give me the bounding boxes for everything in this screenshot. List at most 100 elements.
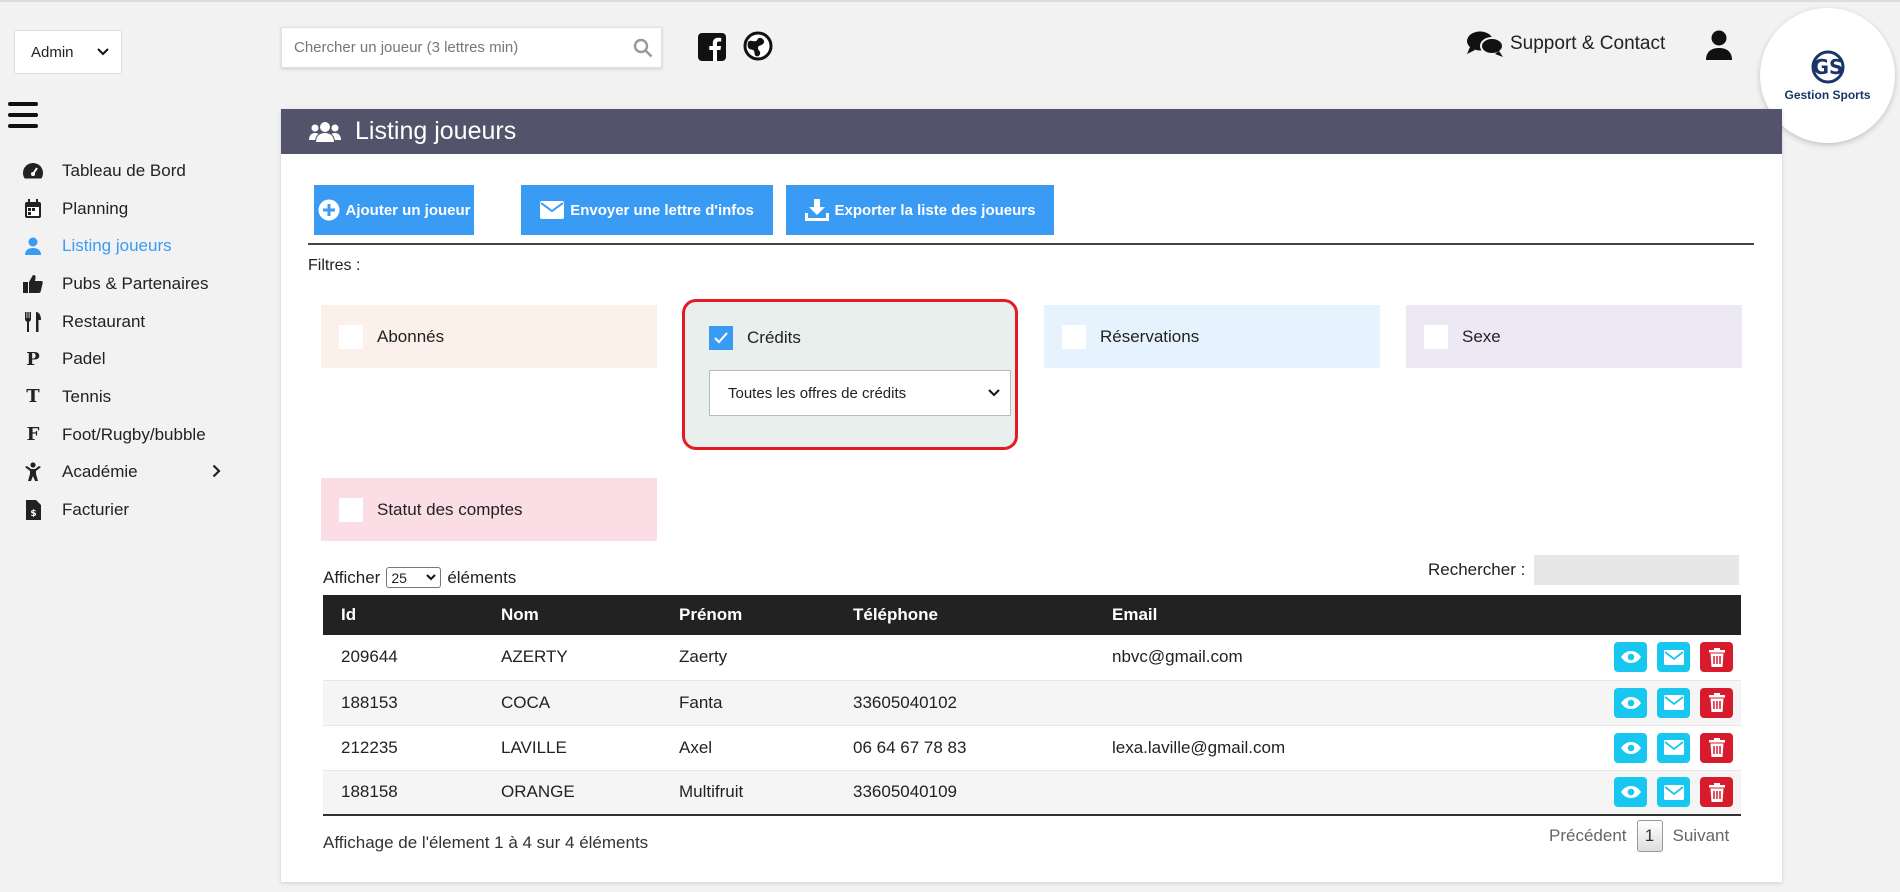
menu-toggle-icon[interactable] [8, 102, 38, 128]
cell-telephone: 33605040109 [835, 770, 1094, 816]
eye-icon [1620, 741, 1641, 754]
column-header-telephone[interactable]: Téléphone [835, 595, 1094, 635]
check-icon [714, 332, 728, 344]
sidebar-item-tennis[interactable]: T Tennis [22, 378, 242, 416]
filter-credits-label: Crédits [747, 328, 801, 347]
support-contact-link[interactable]: Support & Contact [1466, 30, 1665, 58]
search-icon[interactable] [633, 38, 653, 58]
chevron-down-icon [426, 574, 437, 581]
comments-icon [1467, 31, 1504, 57]
sidebar-item-label: Académie [62, 462, 138, 482]
thumbs-up-icon [22, 273, 44, 295]
cell-nom: AZERTY [483, 635, 661, 681]
cell-prenom: Fanta [661, 680, 835, 726]
player-search-input[interactable]: Chercher un joueur (3 lettres min) [281, 27, 662, 68]
table-header-row: Id Nom Prénom Téléphone Email [323, 595, 1741, 635]
column-header-nom[interactable]: Nom [483, 595, 661, 635]
filter-statut-label: Statut des comptes [377, 499, 523, 519]
table-search-label: Rechercher : [1428, 560, 1526, 579]
trash-icon [1708, 738, 1725, 757]
credits-checkbox[interactable] [709, 326, 733, 350]
cell-prenom: Axel [661, 725, 835, 771]
sidebar-item-label: Pubs & Partenaires [62, 273, 209, 293]
export-list-button[interactable]: Exporter la liste des joueurs [786, 185, 1054, 235]
utensils-icon [22, 311, 44, 333]
email-button[interactable] [1657, 687, 1690, 718]
user-icon [22, 235, 44, 257]
cell-telephone: 06 64 67 78 83 [835, 725, 1094, 771]
sidebar-item-label: Foot/Rugby/bubble [62, 424, 206, 444]
delete-button[interactable] [1700, 777, 1733, 808]
sidebar-item-label: Tennis [62, 386, 112, 406]
facebook-icon[interactable] [698, 33, 726, 61]
email-button[interactable] [1657, 642, 1690, 673]
globe-icon[interactable] [743, 31, 773, 61]
sidebar-item-label: Planning [62, 198, 129, 218]
view-button[interactable] [1614, 732, 1647, 763]
page-1-button[interactable]: 1 [1636, 820, 1663, 852]
next-page-button[interactable]: Suivant [1673, 826, 1730, 846]
sexe-checkbox[interactable] [1424, 324, 1448, 349]
download-icon [804, 199, 829, 221]
support-label: Support & Contact [1510, 33, 1666, 54]
sidebar-item-facturier[interactable]: $ Facturier [22, 491, 242, 529]
filter-credits: Crédits Toutes les offres de crédits [682, 299, 1018, 450]
table-row: 188158 ORANGE Multifruit 33605040109 [323, 770, 1741, 816]
filters-label: Filtres : [308, 257, 361, 274]
cell-prenom: Multifruit [661, 770, 835, 816]
sidebar-item-pubs-partenaires[interactable]: Pubs & Partenaires [22, 265, 242, 303]
sidebar-item-academie[interactable]: Académie [22, 454, 242, 492]
statut-checkbox[interactable] [339, 497, 363, 522]
sidebar-item-padel[interactable]: P Padel [22, 340, 242, 378]
add-player-button[interactable]: Ajouter un joueur [314, 185, 474, 235]
filter-sexe[interactable]: Sexe [1406, 305, 1742, 368]
cell-email [1094, 770, 1474, 816]
filter-abonnes[interactable]: Abonnés [321, 305, 657, 368]
sidebar-item-restaurant[interactable]: Restaurant [22, 303, 242, 341]
gs-logo-icon: GS [1811, 50, 1844, 83]
cell-id: 188153 [323, 680, 483, 726]
email-button[interactable] [1657, 732, 1690, 763]
column-header-prenom[interactable]: Prénom [661, 595, 835, 635]
column-header-email[interactable]: Email [1094, 595, 1474, 635]
send-newsletter-button[interactable]: Envoyer une lettre d'infos [521, 185, 773, 235]
chevron-down-icon [988, 389, 1000, 397]
credits-offer-select[interactable]: Toutes les offres de crédits [709, 370, 1011, 416]
delete-button[interactable] [1700, 642, 1733, 673]
svg-text:GS: GS [1812, 55, 1843, 79]
envelope-icon [540, 201, 565, 219]
delete-button[interactable] [1700, 687, 1733, 718]
table-row: 209644 AZERTY Zaerty nbvc@gmail.com [323, 635, 1741, 681]
page-length-select[interactable]: 25 [386, 567, 442, 588]
filter-statut-comptes[interactable]: Statut des comptes [321, 478, 657, 541]
delete-button[interactable] [1700, 732, 1733, 763]
sidebar-item-planning[interactable]: Planning [22, 190, 242, 228]
filter-reservations[interactable]: Réservations [1044, 305, 1380, 368]
pagination: Précédent 1 Suivant [1549, 820, 1729, 852]
chevron-right-icon [212, 464, 221, 477]
page-length-control: Afficher 25 éléments [323, 567, 516, 588]
user-account-icon[interactable] [1706, 30, 1732, 60]
abonnes-checkbox[interactable] [339, 324, 363, 349]
sidebar-item-tableau-de-bord[interactable]: Tableau de Bord [22, 152, 242, 190]
role-select[interactable]: Admin [14, 30, 122, 74]
envelope-icon [1663, 740, 1684, 755]
credits-offer-value: Toutes les offres de crédits [728, 384, 907, 402]
players-table: Id Nom Prénom Téléphone Email 209644 AZE… [323, 595, 1741, 816]
view-button[interactable] [1614, 687, 1647, 718]
sidebar-item-listing-joueurs[interactable]: Listing joueurs [22, 227, 242, 265]
eye-icon [1620, 651, 1641, 664]
column-header-actions [1474, 595, 1741, 635]
sidebar-item-label: Facturier [62, 500, 130, 520]
column-header-id[interactable]: Id [323, 595, 483, 635]
prev-page-button[interactable]: Précédent [1549, 826, 1627, 846]
email-button[interactable] [1657, 777, 1690, 808]
sidebar-item-foot[interactable]: F Foot/Rugby/bubble [22, 416, 242, 454]
show-suffix: éléments [447, 567, 517, 587]
cell-telephone [835, 635, 1094, 681]
calendar-icon [22, 198, 44, 220]
view-button[interactable] [1614, 777, 1647, 808]
table-search-input[interactable] [1534, 555, 1740, 585]
view-button[interactable] [1614, 642, 1647, 673]
reservations-checkbox[interactable] [1062, 324, 1086, 349]
